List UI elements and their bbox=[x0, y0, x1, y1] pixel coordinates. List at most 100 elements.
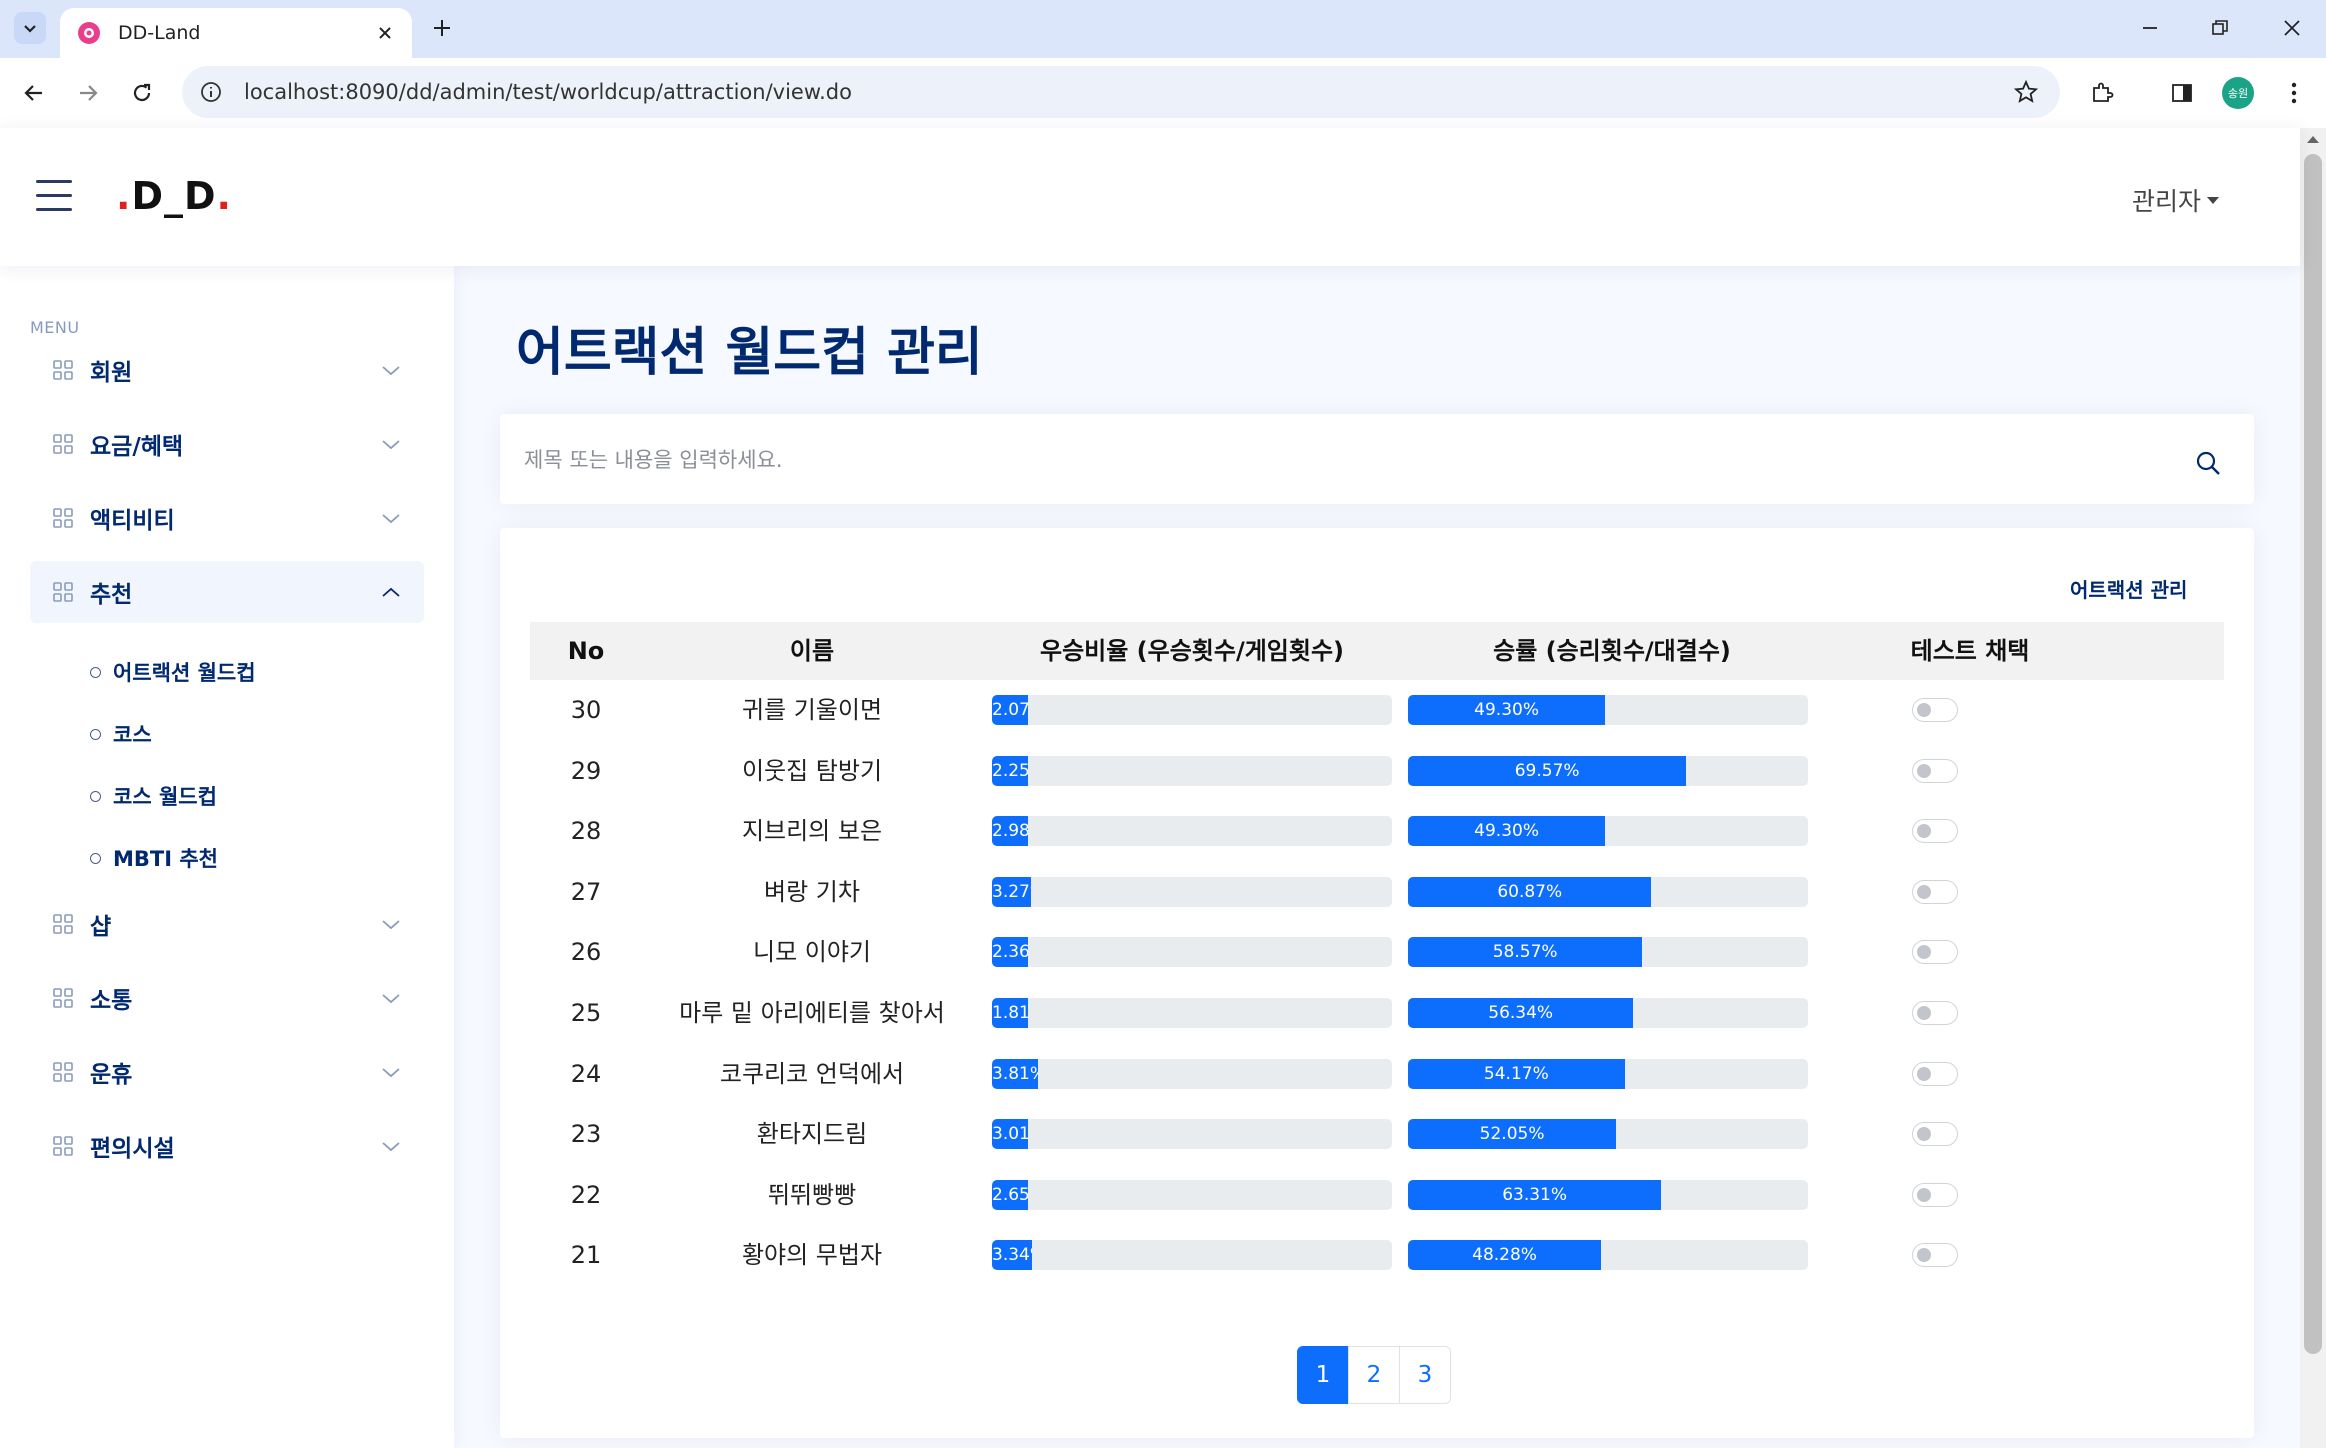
sidebar-item[interactable]: 회원 bbox=[30, 339, 424, 401]
search-icon bbox=[2196, 451, 2220, 475]
side-panel-icon bbox=[2172, 84, 2192, 102]
scroll-thumb[interactable] bbox=[2304, 154, 2322, 1354]
adopt-toggle-switch[interactable] bbox=[1912, 819, 1958, 843]
cell-no: 22 bbox=[570, 1181, 602, 1209]
win-ratio-bar-fill: 3.27% bbox=[992, 877, 1032, 907]
search-button[interactable] bbox=[2190, 445, 2226, 481]
win-ratio-bar-fill: 2.25% bbox=[992, 756, 1028, 786]
win-ratio-bar-fill: 2.36% bbox=[992, 937, 1028, 967]
win-rate-bar: 54.17% bbox=[1408, 1059, 1808, 1089]
chevron-down-icon bbox=[380, 1135, 402, 1157]
grid-icon bbox=[52, 987, 74, 1009]
adopt-toggle-switch[interactable] bbox=[1912, 1062, 1958, 1086]
circle-bullet-icon bbox=[90, 666, 101, 678]
side-panel-button[interactable] bbox=[2164, 75, 2200, 111]
address-bar[interactable]: localhost:8090/dd/admin/test/worldcup/at… bbox=[182, 66, 2060, 118]
browser-menu-button[interactable] bbox=[2276, 75, 2312, 111]
win-ratio-bar: 2.36% bbox=[992, 937, 1392, 967]
column-header-win-ratio: 우승비율 (우승횟수/게임횟수) bbox=[1039, 637, 1345, 665]
sidebar-subitem[interactable]: 코스 bbox=[90, 714, 152, 754]
close-window-button[interactable] bbox=[2272, 10, 2312, 46]
win-ratio-bar-fill: 3.81% bbox=[992, 1059, 1038, 1089]
toggle-knob bbox=[1917, 1127, 1931, 1141]
cell-no: 27 bbox=[570, 878, 602, 906]
admin-dropdown[interactable]: 관리자 bbox=[2132, 182, 2220, 218]
adopt-toggle-switch[interactable] bbox=[1912, 940, 1958, 964]
win-ratio-bar-fill: 2.98% bbox=[992, 816, 1028, 846]
site-info-icon[interactable] bbox=[196, 77, 226, 107]
win-rate-bar-fill: 48.28% bbox=[1408, 1240, 1602, 1270]
win-rate-bar: 52.05% bbox=[1408, 1119, 1808, 1149]
chevron-down-icon bbox=[380, 507, 402, 529]
toggle-knob bbox=[1917, 703, 1931, 717]
grid-icon bbox=[52, 507, 74, 529]
url-text[interactable]: localhost:8090/dd/admin/test/worldcup/at… bbox=[244, 80, 2008, 104]
cell-no: 23 bbox=[570, 1120, 602, 1148]
tab-search-button[interactable] bbox=[14, 12, 46, 44]
circle-bullet-icon bbox=[90, 790, 101, 802]
reload-button[interactable] bbox=[124, 75, 160, 111]
admin-label: 관리자 bbox=[2132, 187, 2202, 216]
win-ratio-bar: 3.27% bbox=[992, 877, 1392, 907]
adopt-toggle-switch[interactable] bbox=[1912, 698, 1958, 722]
cell-no: 25 bbox=[570, 999, 602, 1027]
sidebar-item[interactable]: 액티비티 bbox=[30, 487, 424, 549]
browser-tab[interactable]: DD-Land bbox=[60, 8, 412, 58]
sidebar-subitem[interactable]: 코스 월드컵 bbox=[90, 776, 217, 816]
cell-name: 황야의 무법자 bbox=[741, 1241, 883, 1269]
logo[interactable]: .D_D. bbox=[116, 174, 232, 218]
grid-icon bbox=[52, 1061, 74, 1083]
adopt-toggle-switch[interactable] bbox=[1912, 759, 1958, 783]
win-rate-bar-fill: 60.87% bbox=[1408, 877, 1652, 907]
cell-no: 30 bbox=[570, 696, 602, 724]
tab-close-button[interactable] bbox=[370, 18, 400, 48]
chevron-down-icon bbox=[380, 433, 402, 455]
sidebar-item[interactable]: 요금/혜택 bbox=[30, 413, 424, 475]
restore-icon bbox=[2212, 20, 2228, 35]
hamburger-menu-icon[interactable] bbox=[36, 180, 72, 214]
back-button[interactable] bbox=[16, 75, 52, 111]
win-rate-bar-fill: 58.57% bbox=[1408, 937, 1643, 967]
sidebar-item-label: 운휴 bbox=[90, 1062, 133, 1088]
page-link[interactable]: 1 bbox=[1297, 1346, 1349, 1404]
page-link[interactable]: 2 bbox=[1348, 1346, 1400, 1404]
scroll-up-arrow-icon[interactable] bbox=[2307, 136, 2319, 143]
new-tab-button[interactable] bbox=[426, 12, 458, 44]
extensions-button[interactable] bbox=[2084, 75, 2120, 111]
cell-name: 환타지드림 bbox=[756, 1120, 868, 1148]
forward-button[interactable] bbox=[70, 75, 106, 111]
cell-name: 벼랑 기차 bbox=[764, 878, 860, 906]
tab-title: DD-Land bbox=[118, 22, 201, 44]
restore-button[interactable] bbox=[2200, 10, 2240, 46]
adopt-toggle-switch[interactable] bbox=[1912, 1122, 1958, 1146]
sidebar-item[interactable]: 소통 bbox=[30, 967, 424, 1029]
page-link[interactable]: 3 bbox=[1399, 1346, 1451, 1404]
cell-name: 마루 밑 아리에티를 찾아서 bbox=[679, 999, 945, 1027]
sidebar-item[interactable]: 운휴 bbox=[30, 1041, 424, 1103]
bookmark-star-icon[interactable] bbox=[2008, 74, 2044, 110]
adopt-toggle-switch[interactable] bbox=[1912, 1243, 1958, 1267]
win-rate-bar-fill: 69.57% bbox=[1408, 756, 1687, 786]
kebab-menu-icon bbox=[2291, 82, 2297, 104]
sidebar-item[interactable]: 추천 bbox=[30, 561, 424, 623]
search-input[interactable] bbox=[522, 434, 2166, 486]
page-scrollbar[interactable] bbox=[2300, 128, 2326, 1448]
sidebar-subitem[interactable]: 어트랙션 월드컵 bbox=[90, 652, 256, 692]
adopt-toggle-switch[interactable] bbox=[1912, 1183, 1958, 1207]
chevron-down-icon bbox=[380, 913, 402, 935]
sidebar-item-label: 회원 bbox=[90, 360, 133, 386]
sidebar-subitem[interactable]: MBTI 추천 bbox=[90, 838, 218, 878]
sidebar-item[interactable]: 샵 bbox=[30, 893, 424, 955]
win-rate-bar: 60.87% bbox=[1408, 877, 1808, 907]
sidebar-item[interactable]: 편의시설 bbox=[30, 1115, 424, 1177]
minimize-button[interactable] bbox=[2130, 10, 2170, 46]
sidebar-item-label: 소통 bbox=[90, 988, 133, 1014]
sidebar: MENU 회원 요금/혜택 액티비티 추천 샵 소통 운휴 편의시설 어트랙션 월드컵 코스 코스 … bbox=[0, 266, 454, 1448]
plus-icon bbox=[434, 20, 450, 36]
profile-avatar[interactable]: 송원 bbox=[2222, 77, 2254, 109]
adopt-toggle-switch[interactable] bbox=[1912, 1001, 1958, 1025]
adopt-toggle-switch[interactable] bbox=[1912, 880, 1958, 904]
arrow-left-icon bbox=[24, 85, 42, 101]
table-row: 25 마루 밑 아리에티를 찾아서 1.81 56.34% bbox=[530, 983, 2224, 1044]
attraction-manage-link[interactable]: 어트랙션 관리 bbox=[2070, 574, 2187, 603]
